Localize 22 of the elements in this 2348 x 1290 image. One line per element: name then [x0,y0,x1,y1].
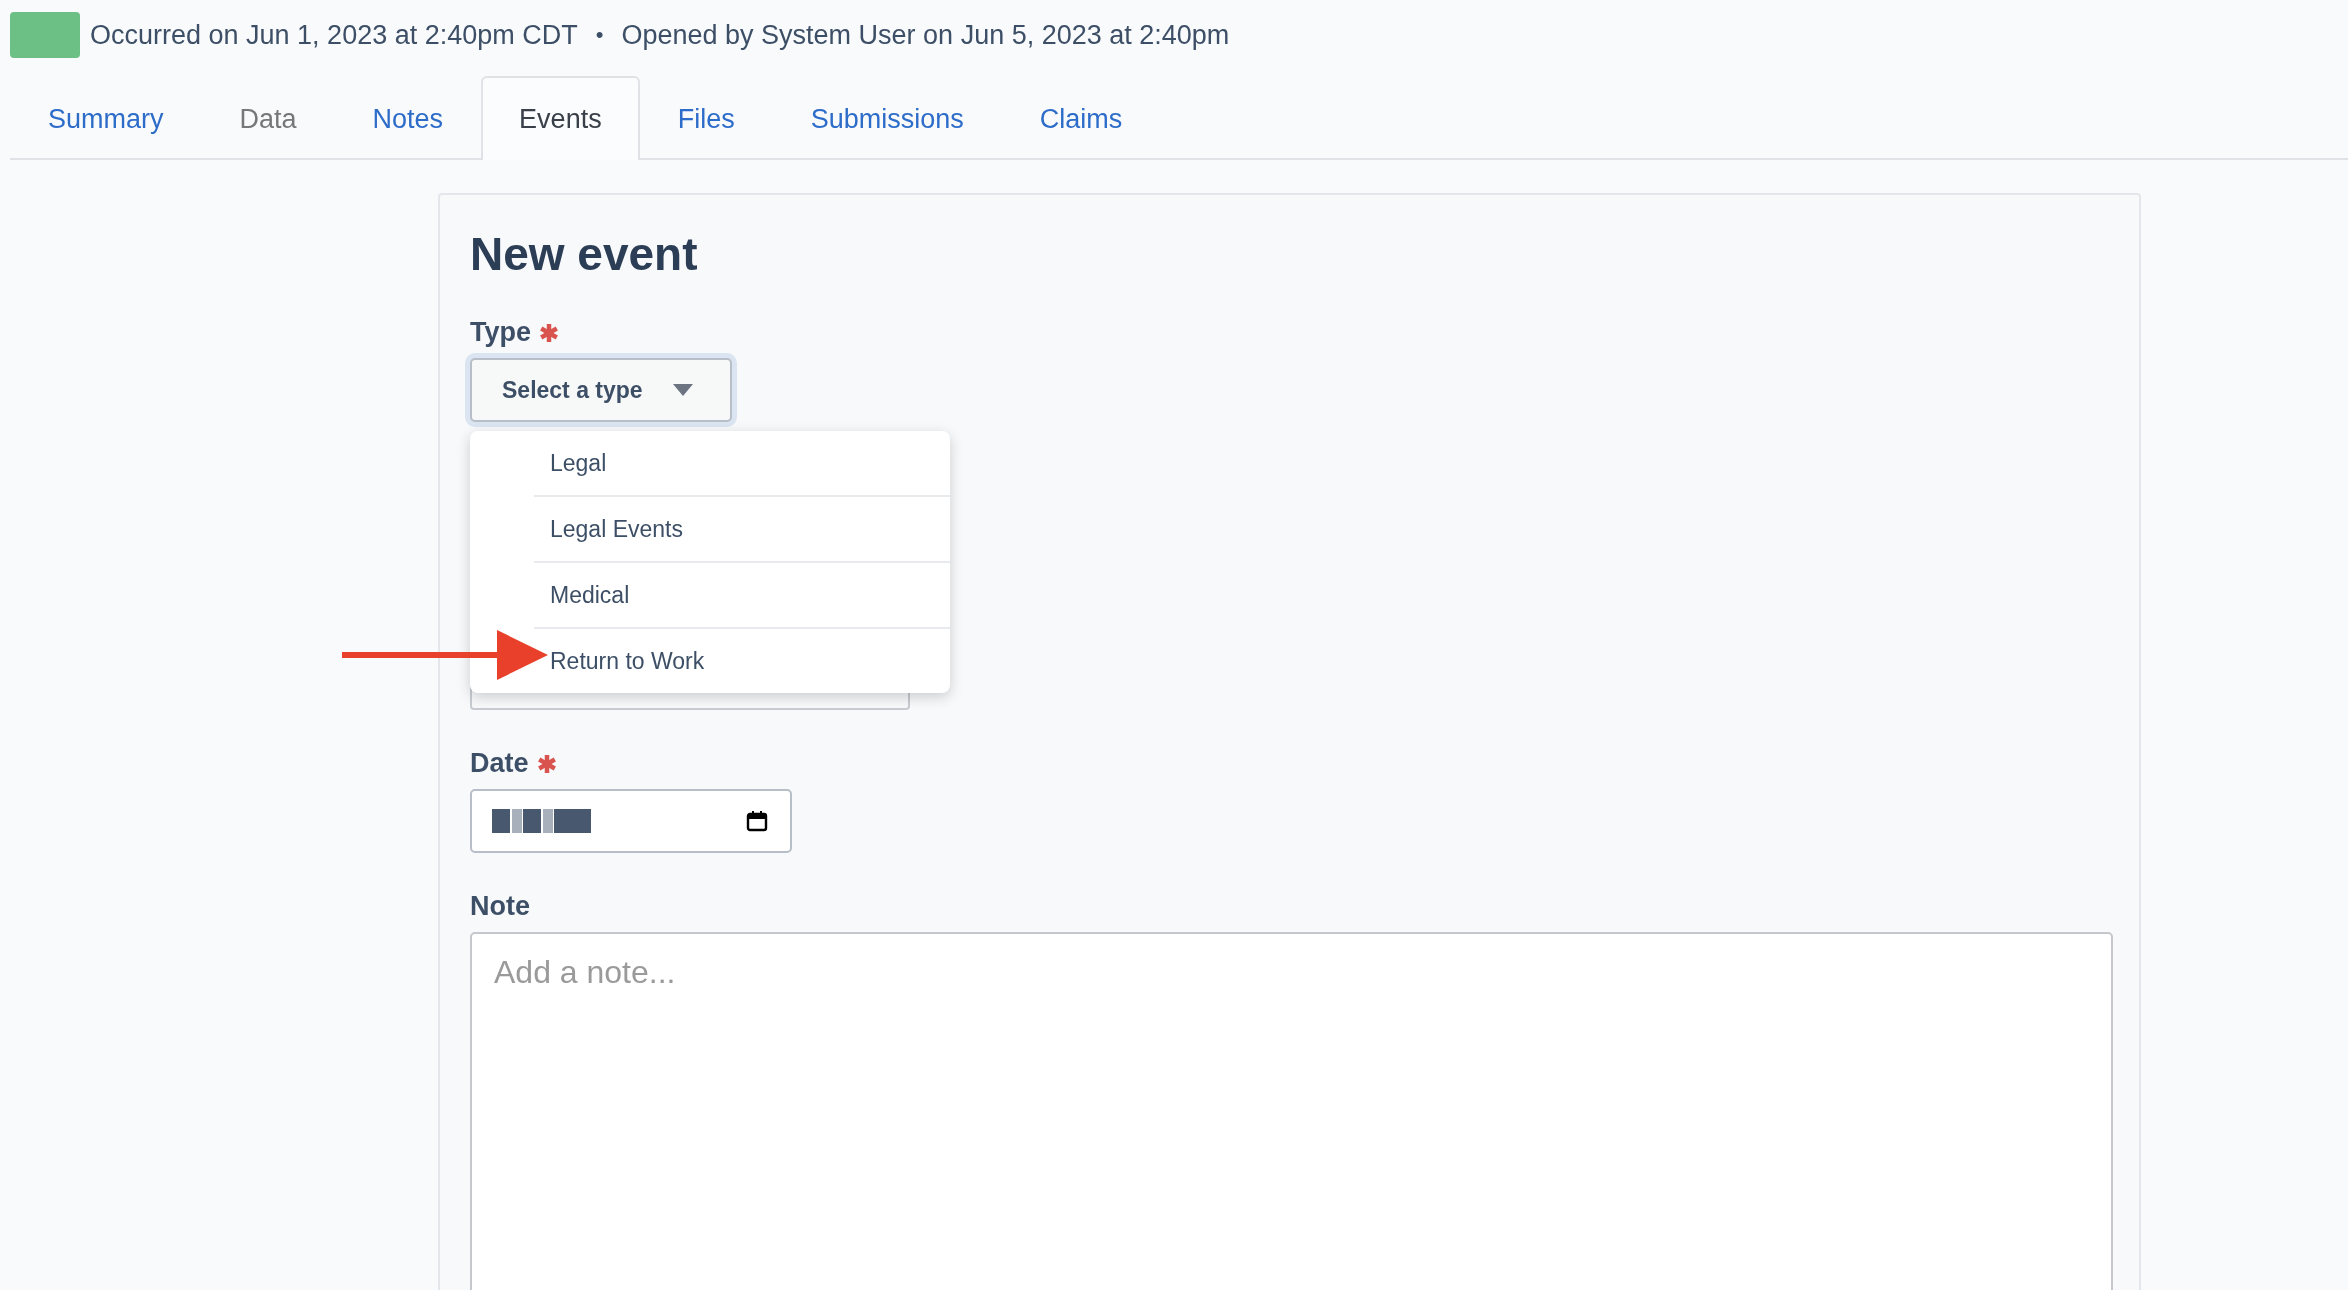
tab[interactable]: Notes [334,76,482,160]
occurred-text: Occurred on Jun 1, 2023 at 2:40pm CDT [90,19,578,51]
dropdown-option[interactable]: Medical [534,563,950,629]
tab[interactable]: Summary [10,76,202,160]
tab[interactable]: Events [481,76,640,160]
field-label: Note [470,891,530,922]
field-label: Type [470,317,531,348]
note-field[interactable]: Add a note... [470,932,2113,1290]
dropdown-option[interactable]: Legal Events [534,497,950,563]
dropdown-option[interactable]: Return to Work [534,629,950,693]
calendar-icon[interactable] [746,810,768,832]
tab[interactable]: Submissions [772,76,1002,160]
tab[interactable]: Claims [1001,76,1161,160]
caret-icon [672,384,693,396]
dropdown-option[interactable]: Legal [534,431,950,497]
status-badge [10,12,80,58]
opened-text: Opened by System User on Jun 5, 2023 at 2:40pm [621,19,1230,51]
separator-dot: • [595,22,604,48]
field-label: Date [470,748,529,779]
date-field[interactable] [470,789,792,853]
tab[interactable]: Files [639,76,773,160]
form-title: New event [470,227,699,281]
